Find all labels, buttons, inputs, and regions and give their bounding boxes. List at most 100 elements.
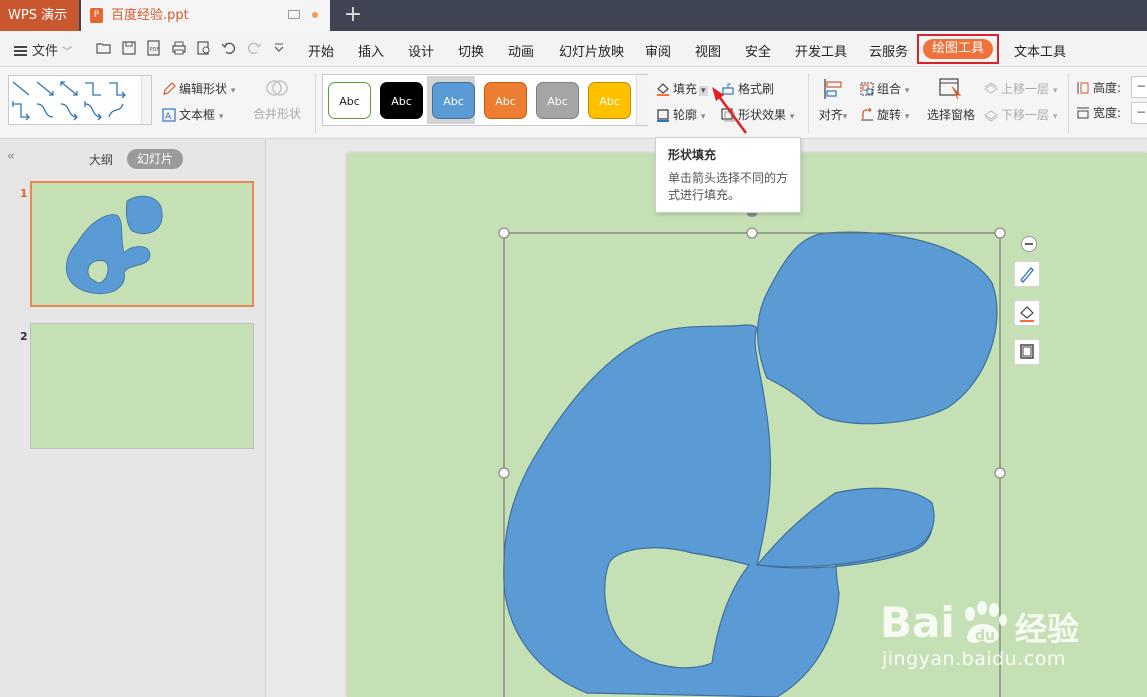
connector-shapes-icon — [12, 81, 126, 121]
watermark-brand-cn: 经验 — [1015, 610, 1080, 648]
height-input[interactable]: − — [1131, 76, 1147, 98]
outline-label: 轮廓 — [673, 108, 698, 122]
baidu-watermark: Bai du 经验 jingyan.baidu.com — [880, 598, 1085, 674]
chevron-down-icon: ﹀ — [62, 47, 73, 58]
group-button[interactable]: 组合 ▾ — [860, 80, 909, 97]
collapse-panel-icon[interactable]: « — [7, 149, 15, 164]
ribbon-toolbar: 编辑形状 ▾ A 文本框 ▾ 合并形状 Abc Abc Abc Abc Abc A… — [0, 67, 1147, 139]
menu-cloud[interactable]: 云服务 — [869, 41, 908, 60]
float-style-button[interactable] — [1014, 261, 1040, 287]
menu-view[interactable]: 视图 — [695, 41, 721, 60]
width-input[interactable]: − — [1131, 102, 1147, 124]
collapse-float-toolbar-icon[interactable] — [1021, 236, 1037, 252]
menu-developer[interactable]: 开发工具 — [795, 41, 847, 60]
ribbon-separator — [315, 73, 316, 133]
save-icon[interactable] — [121, 40, 137, 56]
float-outline-button[interactable] — [1014, 339, 1040, 365]
shape-effect-button[interactable]: 形状效果 ▾ — [721, 106, 794, 123]
menu-transition[interactable]: 切换 — [458, 41, 484, 60]
style-swatch-yellow[interactable]: Abc — [588, 82, 631, 119]
print-icon[interactable] — [171, 40, 187, 56]
app-tab-wps[interactable]: WPS 演示 — [0, 0, 79, 31]
style-swatch-orange[interactable]: Abc — [484, 82, 527, 119]
style-gallery-scroll[interactable] — [636, 75, 648, 125]
menu-security[interactable]: 安全 — [745, 41, 771, 60]
send-backward-button[interactable]: 下移一层 ▾ — [984, 106, 1057, 123]
menu-home[interactable]: 开始 — [308, 41, 334, 60]
rotate-button[interactable]: 旋转 ▾ — [860, 106, 909, 123]
shape-effect-label: 形状效果 — [738, 108, 787, 122]
fill-label: 填充 — [673, 82, 698, 96]
menu-animation[interactable]: 动画 — [508, 41, 534, 60]
open-folder-icon[interactable] — [96, 40, 112, 56]
width-label: 宽度: — [1093, 106, 1122, 120]
style-swatch-blue[interactable]: Abc — [432, 82, 475, 119]
print-preview-icon[interactable] — [196, 40, 212, 56]
svg-text:A: A — [165, 112, 172, 122]
menu-design[interactable]: 设计 — [408, 41, 434, 60]
tooltip-title: 形状填充 — [668, 148, 717, 162]
slide-number: 1 — [20, 187, 28, 200]
format-painter-button[interactable]: 格式刷 — [721, 80, 774, 97]
tab-slides[interactable]: 幻灯片 — [127, 149, 183, 169]
bring-forward-icon — [984, 82, 998, 94]
text-box-icon: A — [162, 108, 176, 122]
fill-dropdown-arrow[interactable]: ▾ — [699, 86, 708, 96]
title-bar: WPS 演示 P 百度经验.ppt + — [0, 0, 1147, 31]
style-swatch-white[interactable]: Abc — [328, 82, 371, 119]
file-menu-button[interactable]: 文件 ﹀ — [14, 40, 72, 59]
width-field-label: 宽度: — [1076, 104, 1121, 121]
selection-pane-button[interactable]: 选择窗格 — [924, 77, 978, 123]
slide-thumbnail-1[interactable] — [30, 181, 254, 307]
style-swatch-black[interactable]: Abc — [380, 82, 423, 119]
edit-shape-icon — [163, 82, 176, 95]
outline-button[interactable]: 轮廓 ▾ — [656, 106, 705, 123]
slide-number: 2 — [20, 330, 28, 343]
tooltip-body: 单击箭头选择不同的方式进行填充。 — [668, 171, 789, 202]
text-box-button[interactable]: A 文本框 ▾ — [162, 106, 223, 123]
style-swatch-gray[interactable]: Abc — [536, 82, 579, 119]
undo-icon[interactable] — [221, 40, 237, 56]
menu-insert[interactable]: 插入 — [358, 41, 384, 60]
freeform-blob-top — [757, 231, 998, 425]
height-field-label: 高度: — [1076, 79, 1121, 96]
brush-icon — [1020, 267, 1034, 283]
resize-handle-tr — [994, 227, 1006, 239]
slide-thumbnail-2[interactable] — [30, 323, 254, 449]
paw-icon: du — [958, 600, 1010, 649]
ppt-file-icon: P — [90, 8, 103, 23]
new-tab-button[interactable]: + — [343, 2, 363, 28]
shape-style-gallery[interactable]: Abc Abc Abc Abc Abc Abc — [322, 74, 648, 126]
document-tab[interactable]: P 百度经验.ppt — [81, 0, 330, 31]
menu-review[interactable]: 审阅 — [645, 41, 671, 60]
menu-drawing-tools[interactable]: 绘图工具 — [923, 39, 993, 59]
gallery-scroll[interactable] — [141, 76, 151, 124]
edit-shape-button[interactable]: 编辑形状 ▾ — [162, 80, 235, 97]
height-icon — [1077, 82, 1089, 94]
slide-panel: « 大纲 幻灯片 1 2 — [0, 140, 266, 697]
screen-icon[interactable] — [288, 10, 300, 19]
format-painter-icon — [722, 83, 734, 95]
menu-text-tools[interactable]: 文本工具 — [1014, 41, 1066, 60]
float-fill-button[interactable] — [1014, 300, 1040, 326]
shape-effect-icon — [721, 108, 735, 122]
slide-1-shape-preview — [65, 195, 163, 295]
svg-text:du: du — [975, 628, 995, 644]
fill-bucket-icon — [657, 83, 669, 96]
watermark-brand: Bai — [880, 598, 955, 647]
redo-icon[interactable] — [246, 40, 262, 56]
bring-forward-label: 上移一层 — [1001, 82, 1050, 96]
merge-shape-button[interactable]: 合并形状 — [248, 77, 306, 122]
fill-button[interactable]: 填充 ▾ — [656, 80, 708, 97]
send-backward-label: 下移一层 — [1001, 108, 1050, 122]
export-pdf-icon[interactable]: PDF — [146, 40, 162, 56]
shape-gallery[interactable] — [8, 75, 152, 125]
group-icon — [860, 82, 874, 96]
outline-icon — [657, 109, 669, 122]
tab-outline[interactable]: 大纲 — [89, 151, 113, 168]
rotate-label: 旋转 — [877, 108, 902, 122]
bring-forward-button[interactable]: 上移一层 ▾ — [984, 80, 1057, 97]
align-button[interactable]: 对齐▾ — [816, 77, 850, 123]
customize-toolbar-icon[interactable] — [271, 40, 287, 56]
menu-slideshow[interactable]: 幻灯片放映 — [559, 41, 624, 60]
